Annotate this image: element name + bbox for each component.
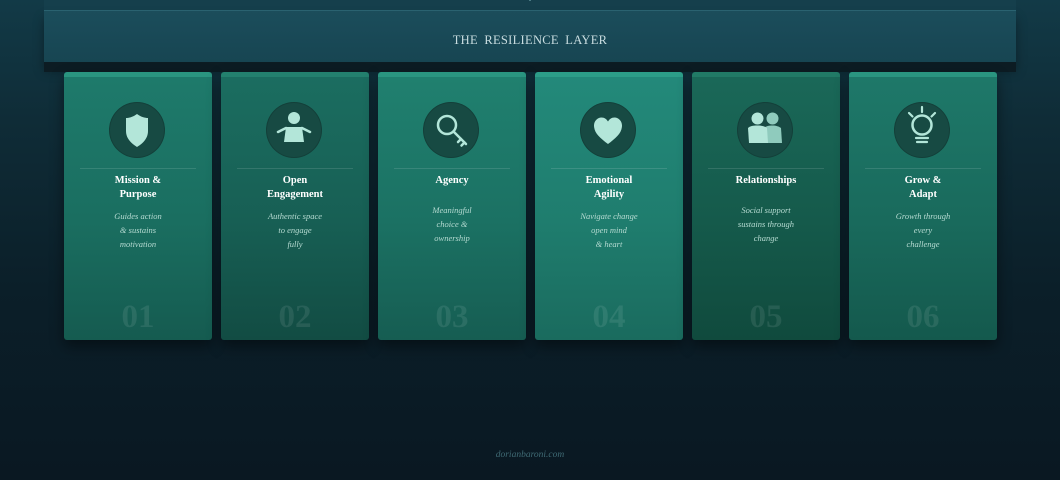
card-description: Social support sustains through change xyxy=(698,203,834,245)
card-description-line: & sustains xyxy=(119,225,157,235)
card-description-line: Navigate change xyxy=(580,211,638,221)
card-description-line: ownership xyxy=(434,233,470,243)
card-description-line: & heart xyxy=(595,239,623,249)
footer-credit: dorianbaroni.com xyxy=(495,450,565,460)
card-divider xyxy=(865,168,981,169)
card-title-line: Engagement xyxy=(267,189,323,200)
card-title-line: Mission & xyxy=(114,175,162,186)
card-description-line: Growth through xyxy=(895,211,951,221)
card-title: Grow & Adapt xyxy=(855,174,991,202)
card-description: Navigate change open mind & heart xyxy=(541,209,677,251)
card-grow-adapt: Grow & Adapt Growth through every challe… xyxy=(849,72,997,340)
card-description-line: every xyxy=(913,225,933,235)
top-edge-band xyxy=(44,0,1016,10)
card-number: 03 xyxy=(435,299,469,335)
card-description-line: Guides action xyxy=(114,211,162,221)
card-divider xyxy=(237,168,353,169)
card-description: Authentic space to engage fully xyxy=(227,209,363,251)
card-description: Guides action & sustains motivation xyxy=(70,209,206,251)
card-divider xyxy=(394,168,510,169)
top-tick-mark xyxy=(529,0,531,1)
card-title: Emotional Agility xyxy=(541,174,677,202)
header-banner: THE RESILIENCE LAYER xyxy=(44,10,1016,63)
people-icon xyxy=(737,102,793,158)
card-description-line: Social support xyxy=(741,205,791,215)
card-title-line: Relationships xyxy=(735,175,797,186)
card-description-line: sustains through xyxy=(737,219,795,229)
card-description-line: choice & xyxy=(436,219,468,229)
card-emotional-agility: Emotional Agility Navigate change open m… xyxy=(535,72,683,340)
card-title-line: Agility xyxy=(593,189,625,200)
card-title: Mission & Purpose xyxy=(70,174,206,202)
card-title-line: Emotional xyxy=(585,175,633,186)
card-description-line: motivation xyxy=(119,239,157,249)
card-title: Open Engagement xyxy=(227,174,363,202)
card-number: 06 xyxy=(906,299,940,335)
person-open-arms-icon xyxy=(266,102,322,158)
card-title-line: Grow & xyxy=(904,175,942,186)
card-description-line: Meaningful xyxy=(432,205,472,215)
card-title-line: Open xyxy=(282,175,308,186)
card-number: 05 xyxy=(749,299,783,335)
card-description: Growth through every challenge xyxy=(855,209,991,251)
header-shadow xyxy=(44,62,1016,72)
card-agency: Agency Meaningful choice & ownership 03 xyxy=(378,72,526,340)
card-description-line: Authentic space xyxy=(267,211,323,221)
card-number: 04 xyxy=(592,299,626,335)
card-description-line: fully xyxy=(287,239,303,249)
card-description-line: to engage xyxy=(278,225,312,235)
card-title-line: Agency xyxy=(435,175,469,186)
card-description-line: open mind xyxy=(591,225,627,235)
card-number: 01 xyxy=(121,299,155,335)
card-number: 02 xyxy=(278,299,312,335)
card-title: Relationships xyxy=(698,174,834,188)
card-divider xyxy=(80,168,196,169)
heart-icon xyxy=(580,102,636,158)
card-divider xyxy=(708,168,824,169)
card-description-line: challenge xyxy=(906,239,940,249)
lightbulb-icon xyxy=(894,102,950,158)
card-description: Meaningful choice & ownership xyxy=(384,203,520,245)
shield-icon xyxy=(109,102,165,158)
card-open-engagement: Open Engagement Authentic space to engag… xyxy=(221,72,369,340)
card-divider xyxy=(551,168,667,169)
card-title-line: Purpose xyxy=(119,189,157,200)
key-icon xyxy=(423,102,479,158)
card-title-line: Adapt xyxy=(908,189,937,200)
page-title: THE RESILIENCE LAYER xyxy=(452,32,608,47)
card-mission-purpose: Mission & Purpose Guides action & sustai… xyxy=(64,72,212,340)
card-description-line: change xyxy=(753,233,779,243)
card-relationships: Relationships Social support sustains th… xyxy=(692,72,840,340)
card-title: Agency xyxy=(384,174,520,188)
